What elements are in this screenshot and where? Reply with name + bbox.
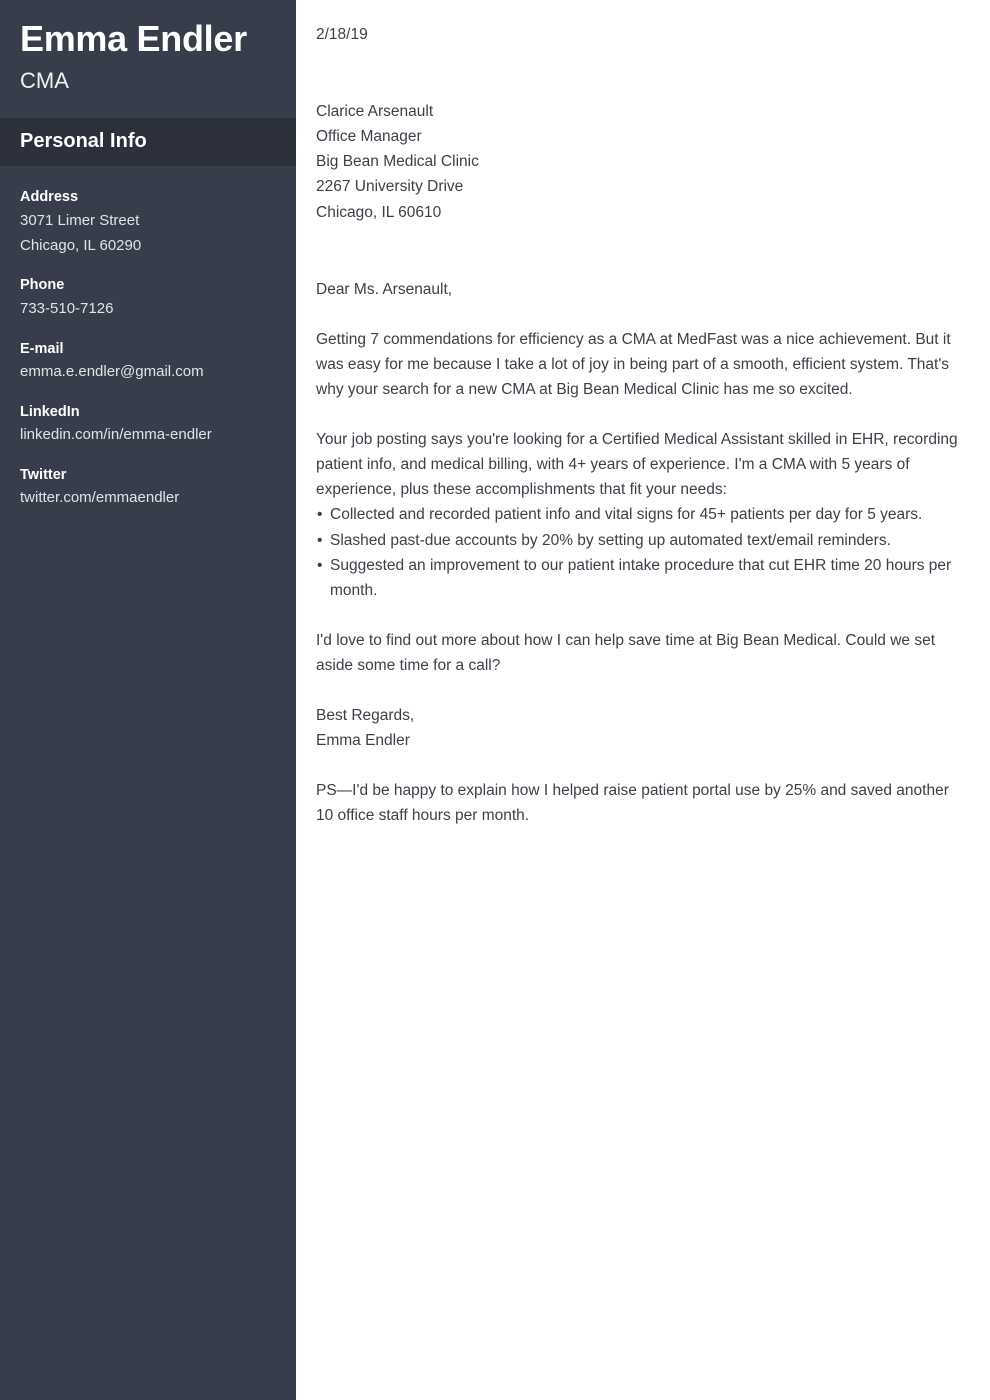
contact-value-twitter[interactable]: twitter.com/emmaendler: [20, 486, 276, 511]
cover-letter-body: 2/18/19 Clarice Arsenault Office Manager…: [296, 0, 990, 1400]
contact-item-phone: Phone 733-510-7126: [20, 274, 276, 321]
candidate-job-title: CMA: [20, 68, 69, 94]
identity-block: Emma Endler CMA: [0, 18, 296, 118]
list-item-text: Slashed past-due accounts by 20% by sett…: [330, 531, 891, 549]
recipient-title: Office Manager: [316, 128, 422, 146]
list-item: • Slashed past-due accounts by 20% by se…: [316, 528, 964, 553]
contact-list: Address 3071 Limer Street Chicago, IL 60…: [0, 166, 296, 511]
bullet-icon: •: [317, 531, 323, 549]
signature-block: Best Regards, Emma Endler: [316, 703, 964, 753]
contact-item-linkedin: LinkedIn linkedin.com/in/emma-endler: [20, 401, 276, 448]
recipient-name: Clarice Arsenault: [316, 103, 434, 121]
contact-label-phone: Phone: [20, 277, 65, 294]
recipient-street: 2267 University Drive: [316, 178, 464, 196]
bullet-icon: •: [317, 556, 323, 574]
letter-paragraph-3: I'd love to find out more about how I ca…: [316, 631, 936, 674]
list-item: • Collected and recorded patient info an…: [316, 502, 964, 527]
contact-label-linkedin: LinkedIn: [20, 403, 80, 420]
contact-value-linkedin[interactable]: linkedin.com/in/emma-endler: [20, 423, 276, 448]
contact-value-email[interactable]: emma.e.endler@gmail.com: [20, 360, 276, 385]
letter-signature-name: Emma Endler: [316, 732, 410, 750]
contact-value-address-line1: 3071 Limer Street: [20, 211, 140, 229]
contact-label-twitter: Twitter: [20, 467, 67, 484]
contact-item-email: E-mail emma.e.endler@gmail.com: [20, 338, 276, 385]
personal-info-section-header: Personal Info: [0, 118, 296, 167]
list-item-text: Collected and recorded patient info and …: [330, 506, 923, 524]
letter-salutation: Dear Ms. Arsenault,: [316, 280, 453, 298]
list-item: • Suggested an improvement to our patien…: [316, 553, 964, 603]
contact-label-address: Address: [20, 189, 79, 206]
list-item-text: Suggested an improvement to our patient …: [330, 556, 952, 599]
contact-item-twitter: Twitter twitter.com/emmaendler: [20, 464, 276, 511]
letter-date: 2/18/19: [316, 26, 368, 43]
candidate-name: Emma Endler: [20, 18, 247, 59]
contact-label-email: E-mail: [20, 340, 64, 357]
contact-value-phone[interactable]: 733-510-7126: [20, 297, 276, 322]
letter-signoff: Best Regards,: [316, 707, 415, 725]
personal-info-title: Personal Info: [20, 130, 147, 153]
recipient-city-state-zip: Chicago, IL 60610: [316, 203, 442, 221]
accomplishments-list: • Collected and recorded patient info an…: [316, 502, 964, 602]
contact-item-address: Address 3071 Limer Street Chicago, IL 60…: [20, 186, 276, 258]
contact-value-address-line2: Chicago, IL 60290: [20, 236, 142, 254]
letter-postscript: PS—I'd be happy to explain how I helped …: [316, 782, 949, 825]
letter-paragraph-1: Getting 7 commendations for efficiency a…: [316, 330, 951, 398]
letter-paragraph-2: Your job posting says you're looking for…: [316, 431, 958, 499]
recipient-address-block: Clarice Arsenault Office Manager Big Bea…: [316, 99, 964, 225]
recipient-company: Big Bean Medical Clinic: [316, 153, 479, 171]
bullet-icon: •: [317, 506, 323, 524]
sidebar: Emma Endler CMA Personal Info Address 30…: [0, 0, 296, 1400]
